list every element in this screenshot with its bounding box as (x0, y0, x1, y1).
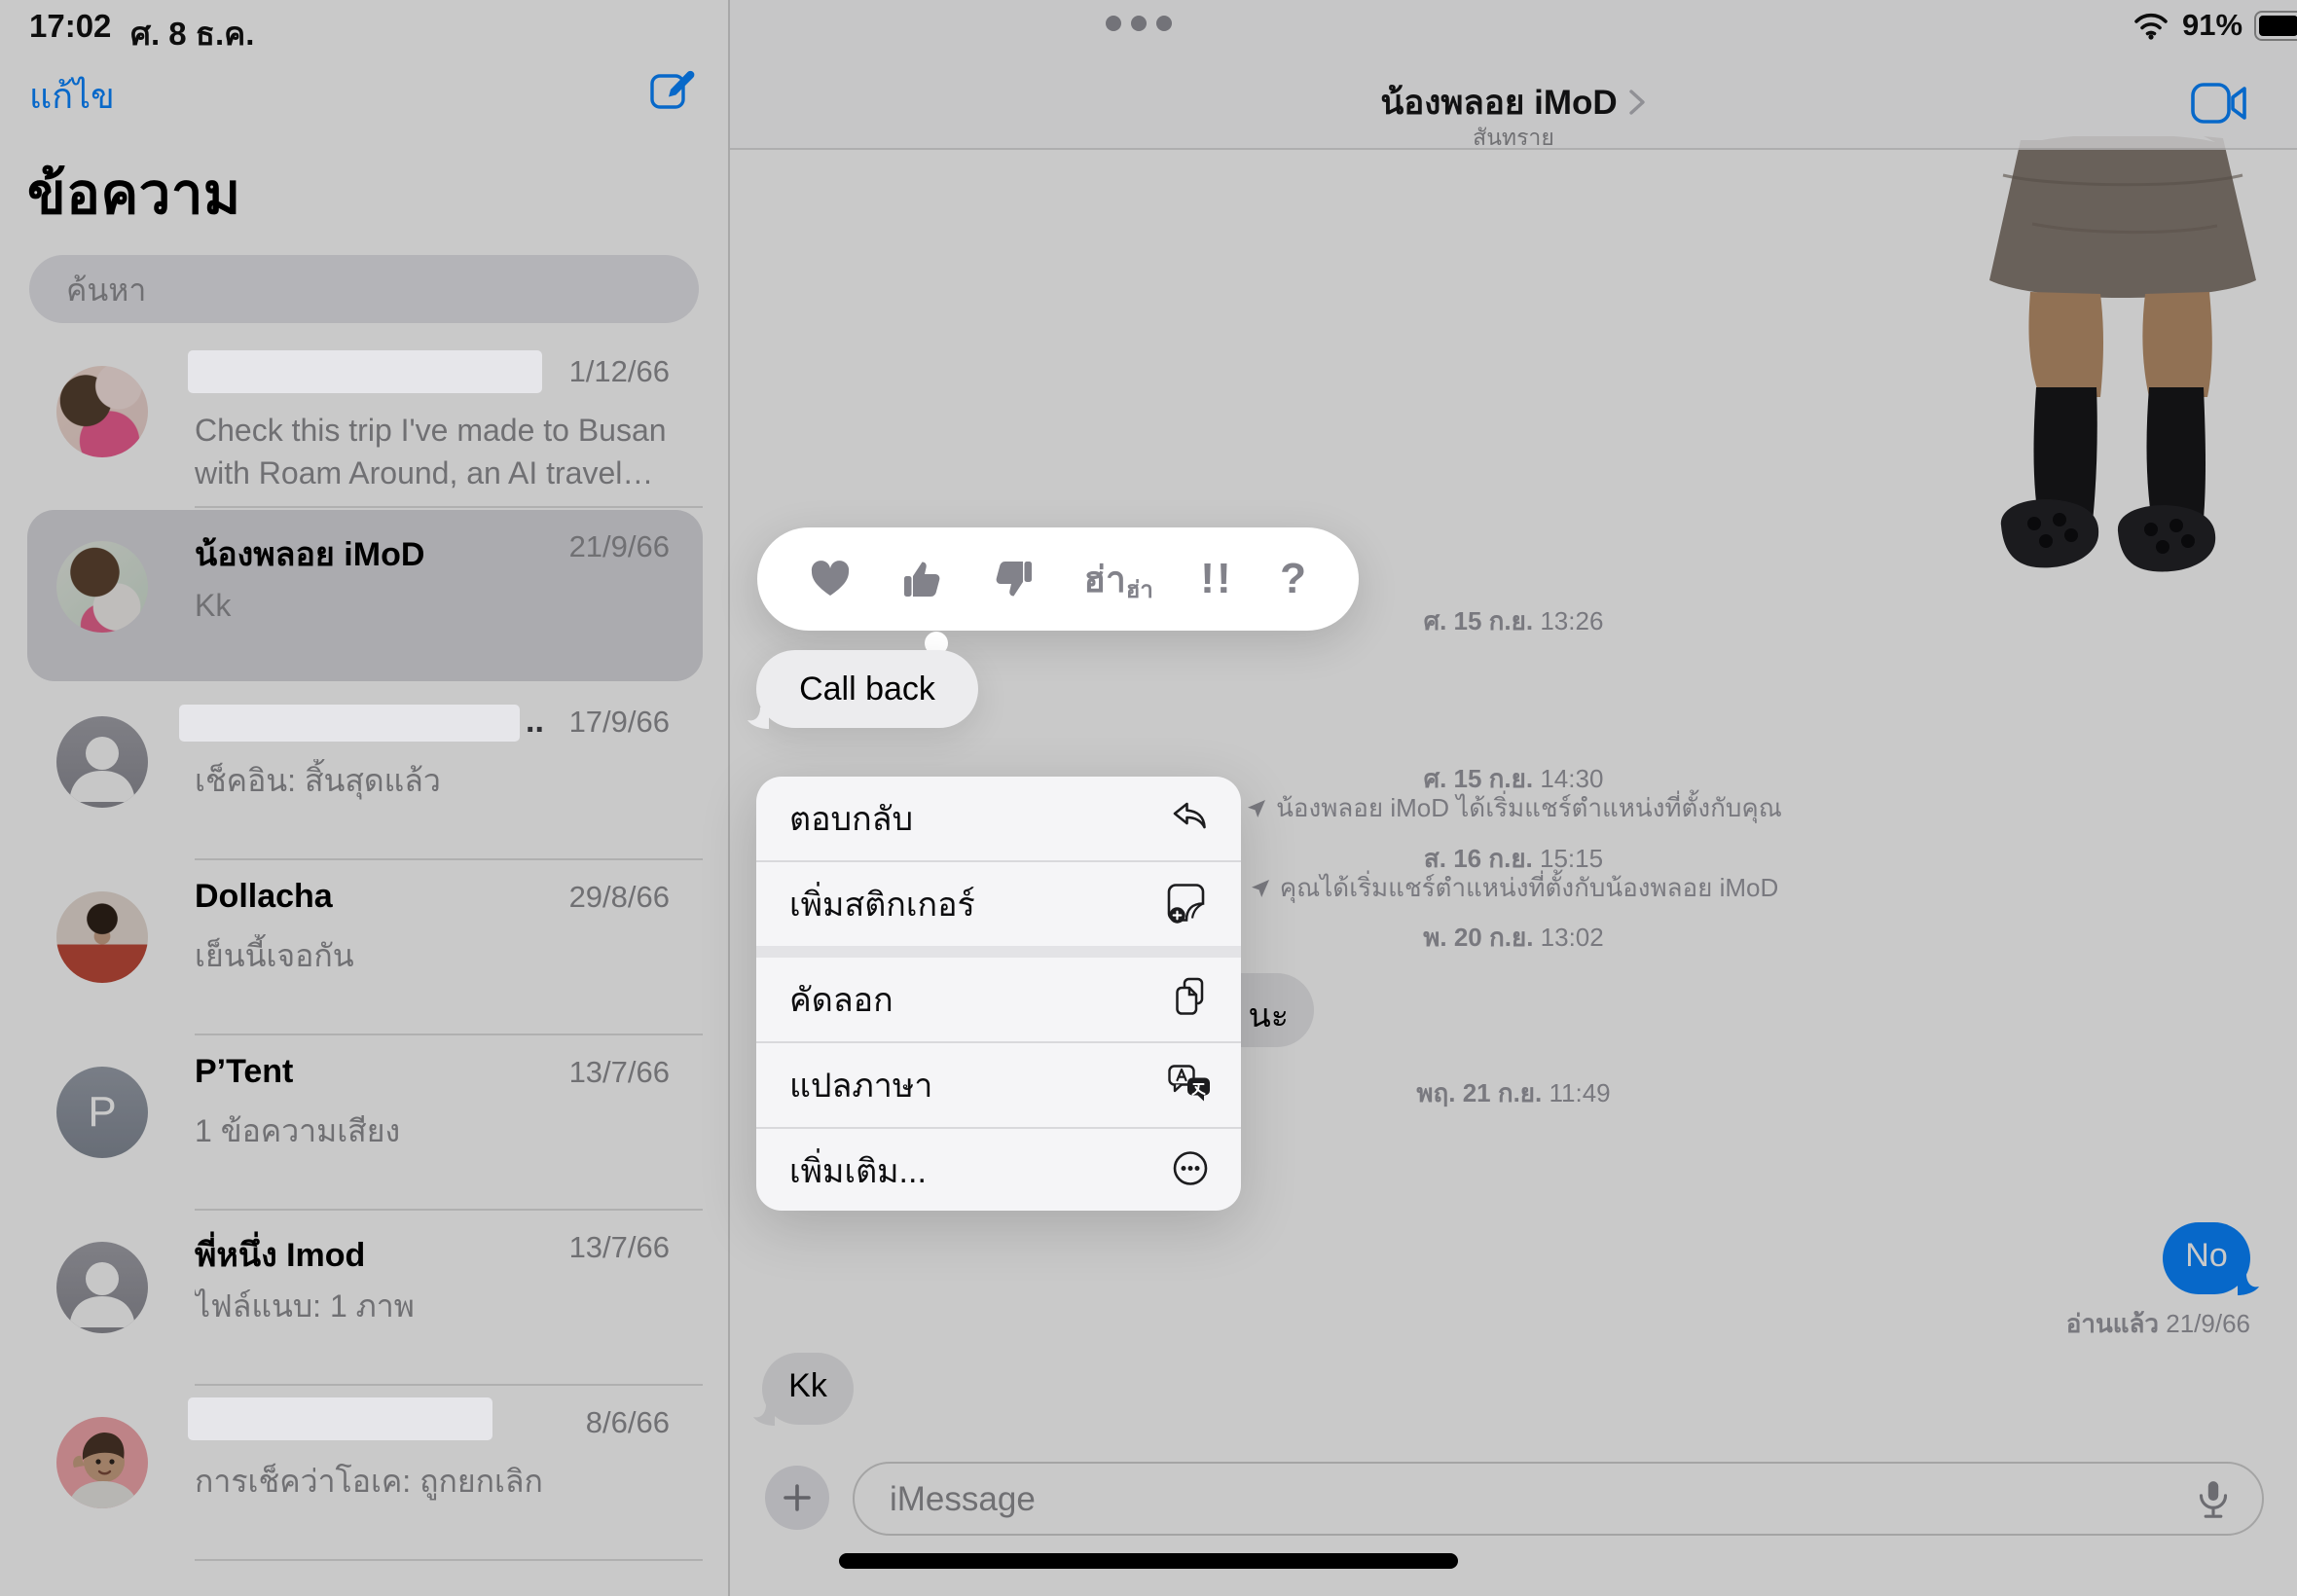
redaction-bar (188, 350, 542, 393)
menu-item-reply[interactable]: ตอบกลับ (756, 777, 1241, 860)
message-text: Call back (799, 671, 935, 708)
thumbs-down-icon (992, 557, 1037, 601)
menu-item-translate[interactable]: แปลภาษา (756, 1043, 1241, 1127)
home-indicator[interactable] (839, 1553, 1458, 1569)
translate-icon (1167, 1062, 1212, 1109)
thumbs-up-icon (899, 557, 944, 601)
heart-icon (808, 557, 853, 601)
menu-item-add-sticker[interactable]: เพิ่มสติกเกอร์ (756, 862, 1241, 946)
thumbs-up-reaction-button[interactable] (899, 557, 944, 601)
bubble-tail (747, 704, 769, 729)
tapback-reaction-bar: ฮ่าฮ่า !! ? (757, 527, 1359, 631)
question-reaction-button[interactable]: ? (1280, 555, 1308, 603)
menu-section-separator (756, 946, 1241, 958)
haha-label: ฮ่า (1083, 551, 1125, 608)
exclamation-reaction-button[interactable]: !! (1200, 555, 1232, 603)
add-sticker-icon (1167, 880, 1212, 929)
redaction-bar (188, 1397, 492, 1440)
menu-item-copy[interactable]: คัดลอก (756, 958, 1241, 1041)
focused-message-bubble[interactable]: Call back (756, 650, 978, 728)
redaction-bar (179, 705, 520, 742)
context-menu: ตอบกลับ เพิ่มสติกเกอร์ คัดลอก (756, 777, 1241, 1211)
copy-icon (1169, 976, 1212, 1024)
menu-item-more[interactable]: เพิ่มเติม... (756, 1129, 1241, 1211)
heart-reaction-button[interactable] (808, 557, 853, 601)
reply-icon (1169, 797, 1212, 841)
messages-app-screen: 17:02 ศ. 8 ธ.ค. แก้ไข ข้อความ 1/12/66 Ch… (0, 0, 2297, 1596)
more-icon (1169, 1147, 1212, 1195)
thumbs-down-reaction-button[interactable] (992, 557, 1037, 601)
haha-reaction-button[interactable]: ฮ่าฮ่า (1083, 551, 1152, 608)
